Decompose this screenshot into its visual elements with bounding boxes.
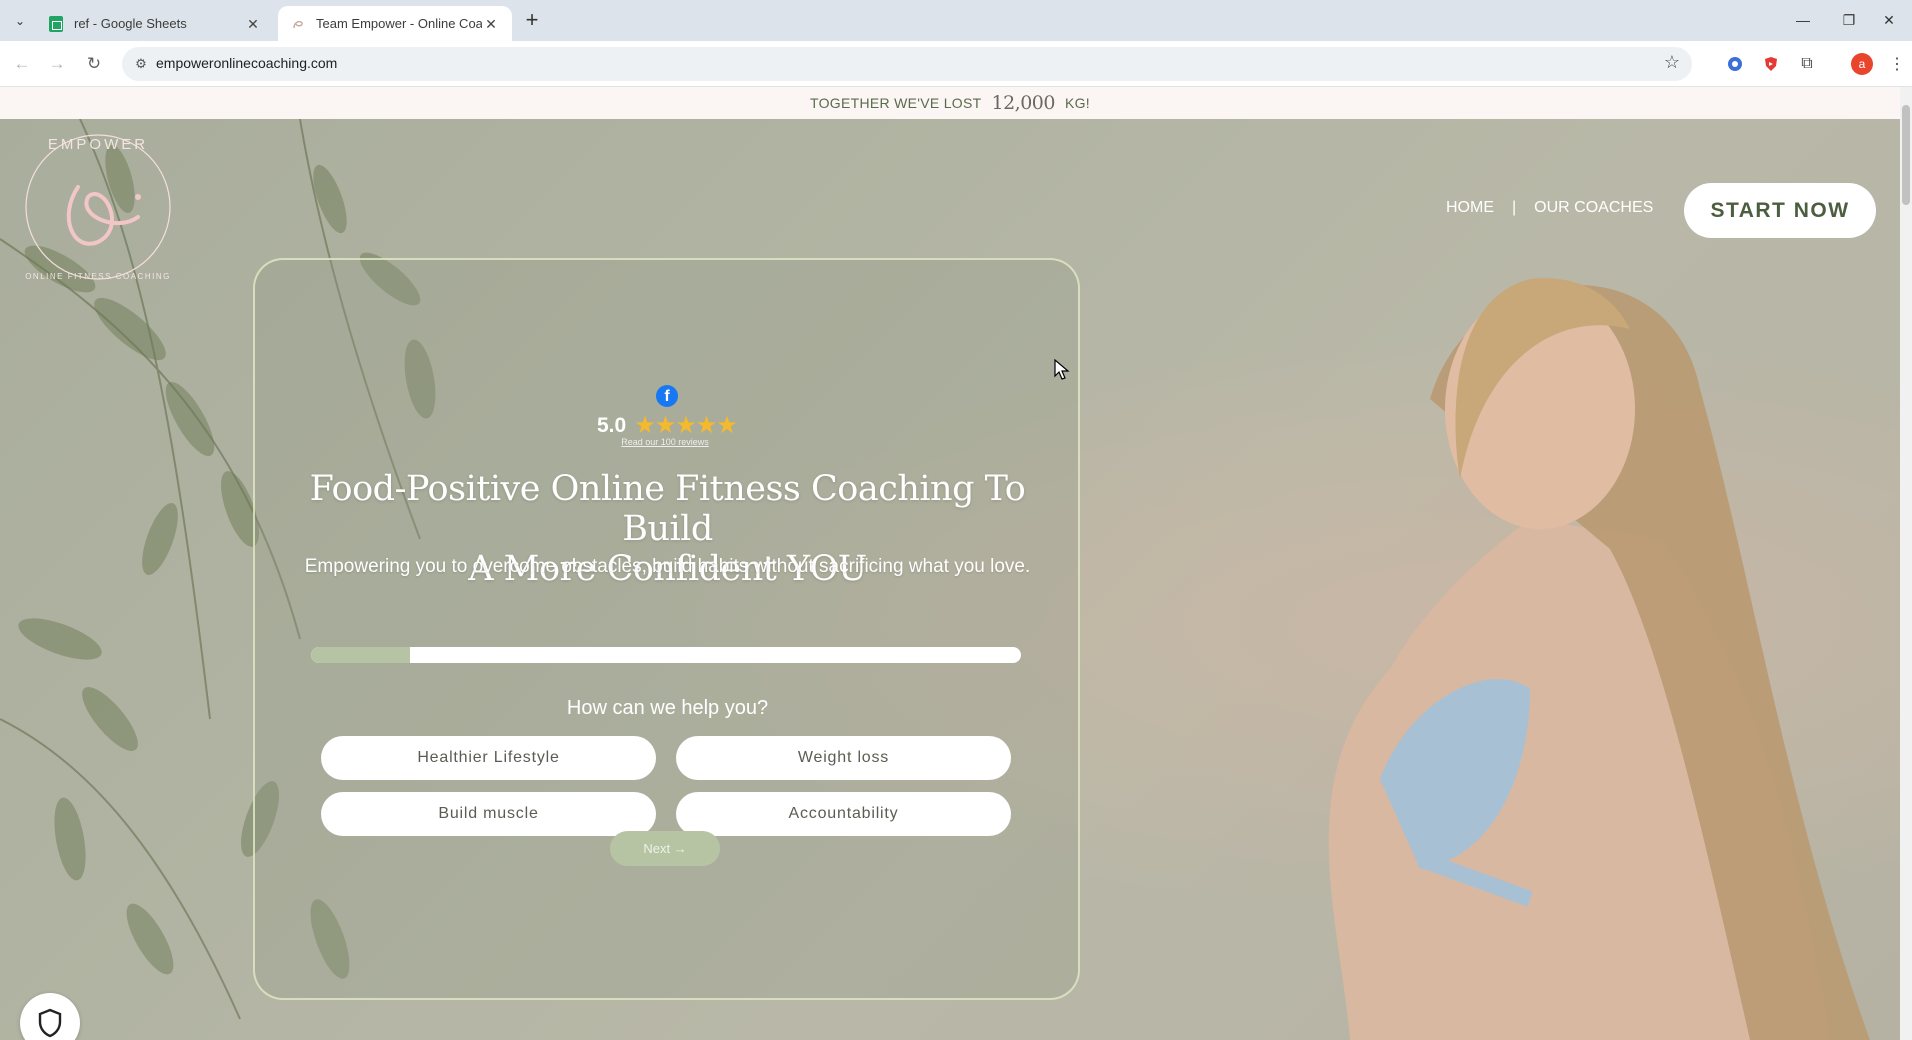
tab-google-sheets[interactable]: ref - Google Sheets ✕ <box>36 6 274 41</box>
back-arrow-icon[interactable]: ← <box>9 51 35 77</box>
rating-stars-icon: ★★★★★ <box>634 412 738 439</box>
hero-subheadline: Empowering you to overcome obstacles, bu… <box>304 556 1031 577</box>
rating-score: 5.0 <box>597 413 627 437</box>
option-accountability[interactable]: Accountability <box>676 792 1011 836</box>
browser-tabstrip: ⌄ ref - Google Sheets ✕ Team Empower - O… <box>0 0 1912 41</box>
kebab-menu-icon[interactable]: ⋮ <box>1886 53 1908 75</box>
svg-text:EMPOWER: EMPOWER <box>48 136 148 153</box>
option-build-muscle[interactable]: Build muscle <box>321 792 656 836</box>
svg-text:ONLINE FITNESS COACHING: ONLINE FITNESS COACHING <box>25 272 171 281</box>
tab-title: Team Empower - Online Coachi <box>316 16 482 31</box>
tab-team-empower[interactable]: Team Empower - Online Coachi ✕ <box>278 6 512 41</box>
option-healthier-lifestyle[interactable]: Healthier Lifestyle <box>321 736 656 780</box>
extensions-puzzle-icon[interactable]: ⧉ <box>1796 53 1818 75</box>
nav-separator: | <box>1512 199 1517 216</box>
site-info-icon[interactable]: ⚙ <box>132 55 150 73</box>
url-text[interactable]: empoweronlinecoaching.com <box>156 55 337 71</box>
announcement-number: 12,000 <box>991 92 1055 114</box>
minimize-icon[interactable]: — <box>1780 0 1826 40</box>
quiz-progress-bar <box>311 647 1021 663</box>
tab-title: ref - Google Sheets <box>74 16 187 31</box>
empower-favicon <box>290 16 306 32</box>
mouse-cursor-icon <box>1054 359 1070 380</box>
new-tab-plus-icon[interactable]: + <box>520 9 544 33</box>
quiz-question: How can we help you? <box>566 697 769 719</box>
announcement-suffix: KG! <box>1064 95 1090 111</box>
browser-toolbar: ← → ↻ ⚙ empoweronlinecoaching.com ☆ ⧉ a … <box>0 41 1912 87</box>
next-button[interactable]: Next → <box>610 831 720 866</box>
headline-line-1: Food-Positive Online Fitness Coaching To… <box>309 469 1026 549</box>
announcement-prefix: TOGETHER WE'VE LOST <box>810 95 982 111</box>
bookmark-star-icon[interactable]: ☆ <box>1664 52 1680 73</box>
google-sheets-icon <box>48 15 64 32</box>
scrollbar-thumb[interactable] <box>1902 105 1910 205</box>
extension-shield-icon[interactable] <box>1760 53 1782 75</box>
reload-icon[interactable]: ↻ <box>81 51 107 77</box>
start-now-button[interactable]: START NOW <box>1684 183 1876 238</box>
announcement-bar: TOGETHER WE'VE LOST 12,000 KG! <box>0 87 1900 119</box>
close-window-icon[interactable]: ✕ <box>1866 0 1912 40</box>
rating-summary: 5.0 ★★★★★ <box>597 411 738 440</box>
shield-icon <box>38 1008 62 1038</box>
close-tab-icon[interactable]: ✕ <box>482 15 500 33</box>
tab-search-chevron-icon[interactable]: ⌄ <box>8 9 32 33</box>
hero-section: EMPOWER ONLINE FITNESS COACHING HOME | O… <box>0 119 1900 1040</box>
close-tab-icon[interactable]: ✕ <box>244 15 262 33</box>
quiz-progress-fill <box>311 647 411 663</box>
profile-avatar[interactable]: a <box>1851 53 1873 75</box>
address-bar[interactable]: ⚙ empoweronlinecoaching.com ☆ <box>122 47 1692 81</box>
quiz-card <box>253 258 1080 1000</box>
coach-photo <box>1328 278 1870 1040</box>
read-reviews-link[interactable]: Read our 100 reviews <box>560 437 770 447</box>
forward-arrow-icon[interactable]: → <box>44 51 70 77</box>
extension-globe-icon[interactable] <box>1724 53 1746 75</box>
option-weight-loss[interactable]: Weight loss <box>676 736 1011 780</box>
page-scrollbar[interactable] <box>1900 87 1912 1040</box>
empower-logo[interactable]: EMPOWER ONLINE FITNESS COACHING <box>18 127 178 287</box>
main-nav: HOME | OUR COACHES <box>1446 199 1653 217</box>
nav-coaches-link[interactable]: OUR COACHES <box>1534 199 1653 217</box>
web-page: TOGETHER WE'VE LOST 12,000 KG! EMPOWER O… <box>0 87 1912 1040</box>
facebook-icon: f <box>656 385 678 407</box>
nav-home-link[interactable]: HOME <box>1446 199 1494 217</box>
